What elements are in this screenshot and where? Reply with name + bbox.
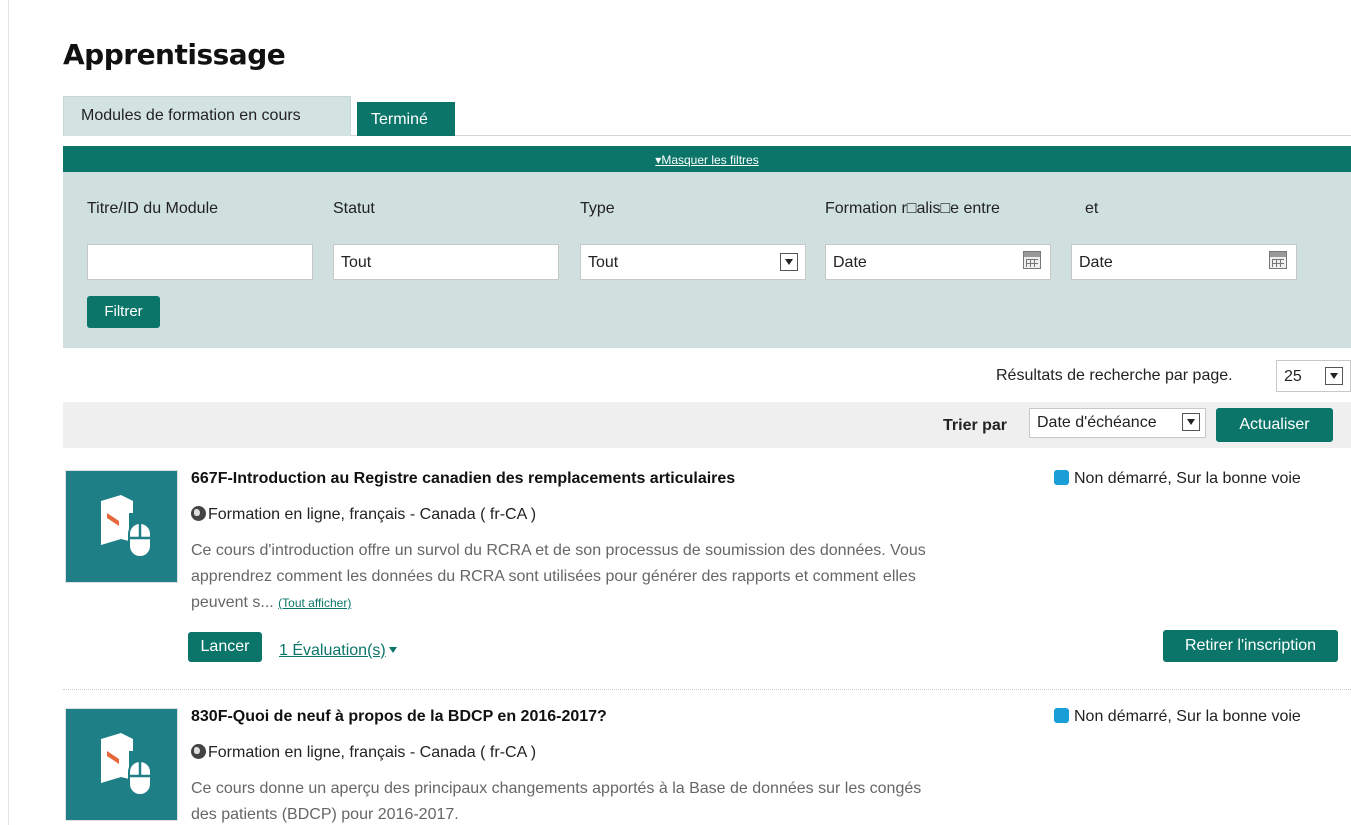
- hide-filters-link[interactable]: ▾Masquer les filtres: [655, 153, 758, 167]
- left-border: [8, 0, 9, 825]
- filter-toggle-bar: ▾Masquer les filtres: [63, 146, 1351, 172]
- course-item: 830F-Quoi de neuf à propos de la BDCP en…: [63, 706, 1351, 825]
- elearning-icon: [101, 733, 152, 796]
- results-per-page-value: 25: [1284, 368, 1302, 385]
- chevron-down-icon: [1182, 413, 1200, 431]
- course-meta-text: Formation en ligne, français - Canada ( …: [208, 744, 537, 761]
- date-from-placeholder: Date: [833, 254, 867, 271]
- course-meta: Formation en ligne, français - Canada ( …: [191, 744, 536, 762]
- course-thumbnail: [65, 708, 178, 821]
- type-filter-select[interactable]: Tout: [580, 244, 806, 280]
- type-filter-label: Type: [580, 200, 615, 217]
- status-filter-field[interactable]: Tout: [333, 244, 559, 280]
- date-from-label: Formation r□alis□e entre: [825, 200, 1000, 217]
- filter-panel: Titre/ID du Module Statut Type Formation…: [63, 172, 1351, 348]
- results-per-page-select[interactable]: 25: [1276, 360, 1351, 392]
- page-title: Apprentissage: [63, 38, 286, 71]
- date-to-field[interactable]: Date: [1071, 244, 1297, 280]
- course-meta: Formation en ligne, français - Canada ( …: [191, 506, 536, 524]
- status-indicator-icon: [1054, 470, 1069, 485]
- type-filter-value: Tout: [588, 254, 619, 271]
- sort-value: Date d'échéance: [1037, 414, 1157, 431]
- tab-bar: Modules de formation en cours Terminé: [63, 96, 1351, 136]
- course-item: 667F-Introduction au Registre canadien d…: [63, 468, 1351, 690]
- tab-in-progress[interactable]: Modules de formation en cours: [63, 96, 351, 136]
- show-all-link[interactable]: (Tout afficher): [278, 596, 351, 610]
- date-from-field[interactable]: Date: [825, 244, 1051, 280]
- status-filter-value: Tout: [341, 254, 372, 271]
- elearning-icon: [101, 495, 152, 558]
- course-description-text: Ce cours donne un aperçu des principaux …: [191, 780, 922, 823]
- status-text: Non démarré, Sur la bonne voie: [1074, 708, 1301, 725]
- globe-icon: [191, 744, 206, 759]
- sort-select[interactable]: Date d'échéance: [1029, 408, 1206, 438]
- course-description: Ce cours donne un aperçu des principaux …: [191, 776, 951, 825]
- status-badge: Non démarré, Sur la bonne voie: [1054, 708, 1301, 726]
- course-title[interactable]: 830F-Quoi de neuf à propos de la BDCP en…: [191, 708, 607, 726]
- status-badge: Non démarré, Sur la bonne voie: [1054, 470, 1301, 488]
- title-filter-input[interactable]: [87, 244, 313, 280]
- launch-button[interactable]: Lancer: [188, 632, 262, 662]
- sort-bar: Trier par Date d'échéance Actualiser: [63, 402, 1351, 448]
- status-filter-label: Statut: [333, 200, 375, 217]
- title-filter-label: Titre/ID du Module: [87, 200, 219, 217]
- withdraw-button[interactable]: Retirer l'inscription: [1163, 630, 1338, 662]
- date-to-label: et: [1085, 200, 1099, 217]
- course-meta-text: Formation en ligne, français - Canada ( …: [208, 506, 537, 523]
- globe-icon: [191, 506, 206, 521]
- evaluations-link[interactable]: 1 Évaluation(s): [279, 642, 397, 660]
- evaluations-label: 1 Évaluation(s): [279, 642, 386, 659]
- calendar-icon[interactable]: [1269, 251, 1287, 269]
- refresh-button[interactable]: Actualiser: [1216, 408, 1333, 442]
- chevron-down-icon: [780, 253, 798, 271]
- course-description: Ce cours d'introduction offre un survol …: [191, 538, 951, 616]
- status-indicator-icon: [1054, 708, 1069, 723]
- course-thumbnail: [65, 470, 178, 583]
- caret-down-icon: [388, 647, 397, 653]
- tab-completed[interactable]: Terminé: [357, 102, 455, 136]
- hide-filters-label: Masquer les filtres: [661, 153, 759, 167]
- sort-label: Trier par: [943, 417, 1008, 434]
- status-text: Non démarré, Sur la bonne voie: [1074, 470, 1301, 487]
- course-title[interactable]: 667F-Introduction au Registre canadien d…: [191, 470, 735, 488]
- filter-button[interactable]: Filtrer: [87, 296, 160, 328]
- date-to-placeholder: Date: [1079, 254, 1113, 271]
- chevron-down-icon: [1325, 367, 1343, 385]
- results-per-page-label: Résultats de recherche par page.: [996, 367, 1233, 384]
- calendar-icon[interactable]: [1023, 251, 1041, 269]
